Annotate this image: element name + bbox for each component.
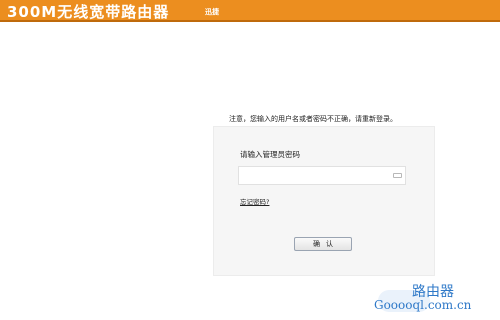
- router-model-title: 300M无线宽带路由器: [7, 3, 170, 21]
- forgot-password-link[interactable]: 忘记密码?: [240, 196, 269, 206]
- header-bar: 300M无线宽带路由器 迅捷: [0, 0, 500, 22]
- watermark-bottom-text: Gooooql.com.cn: [374, 298, 472, 312]
- password-input[interactable]: [238, 166, 406, 185]
- login-error-message: 注意，您输入的用户名或者密码不正确，请重新登录。: [229, 115, 397, 123]
- confirm-button[interactable]: 确认: [294, 237, 352, 251]
- brand-name: 迅捷: [205, 8, 219, 16]
- password-label: 请输入管理员密码: [240, 150, 300, 159]
- keyboard-icon: [393, 173, 402, 178]
